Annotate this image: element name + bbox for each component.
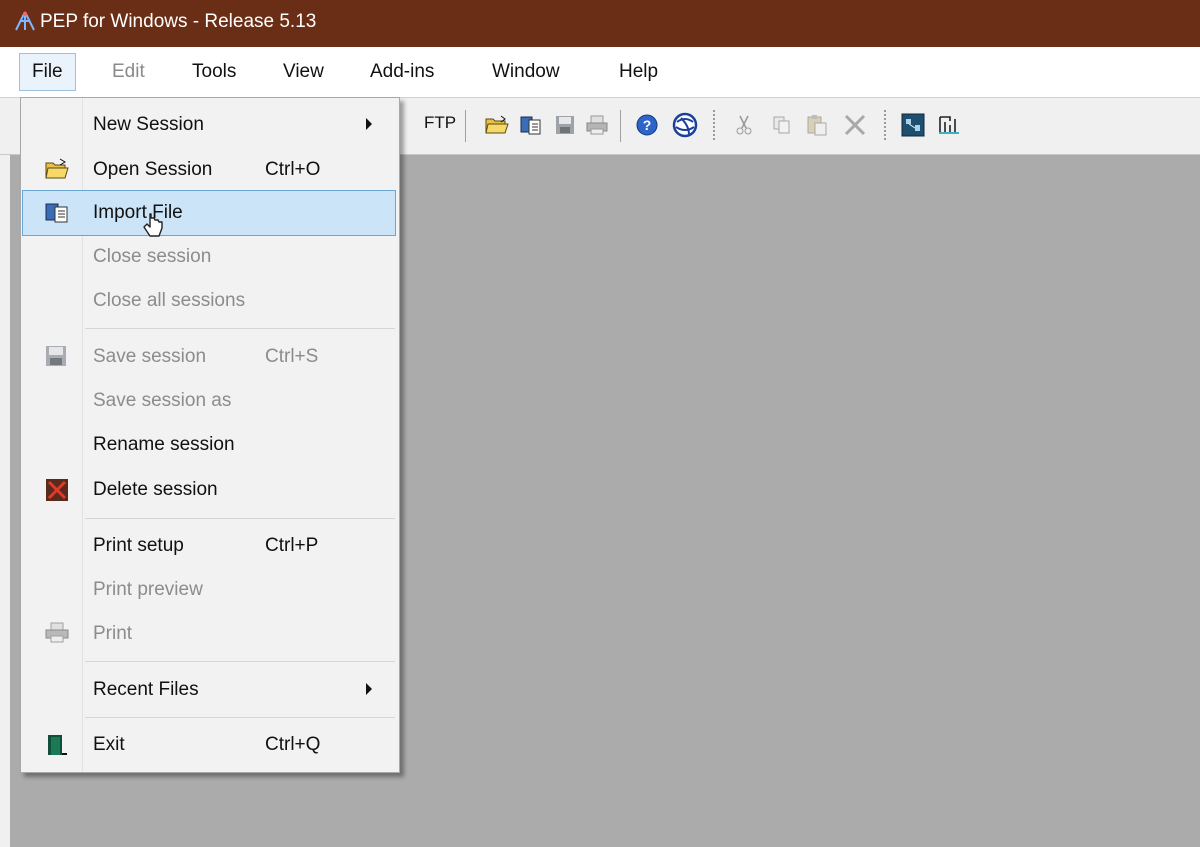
menu-item-label: Import File	[93, 202, 183, 223]
open-folder-icon[interactable]	[480, 108, 514, 142]
toolbar-separator	[465, 110, 466, 142]
menu-item-open-session[interactable]: Open Session Ctrl+O	[23, 148, 395, 192]
menu-separator	[85, 328, 395, 329]
globe-icon[interactable]	[668, 108, 702, 142]
cut-icon[interactable]	[727, 108, 761, 142]
copy-icon[interactable]	[765, 108, 799, 142]
toolbar-separator	[884, 110, 886, 142]
exit-door-icon	[45, 733, 69, 757]
menu-item-label: Save session	[93, 346, 207, 367]
menu-item-label: Print setup	[93, 535, 184, 556]
menu-item-label: New Session	[93, 114, 204, 135]
menu-item-print[interactable]: Print	[23, 612, 395, 656]
menu-help[interactable]: Help	[607, 55, 670, 89]
menu-item-label: Close all sessions	[93, 290, 246, 311]
menu-item-label: Open Session	[93, 159, 213, 180]
menu-item-close-all-sessions[interactable]: Close all sessions	[23, 279, 395, 323]
menu-tools[interactable]: Tools	[180, 55, 248, 89]
mouse-pointer-icon	[141, 211, 165, 246]
submenu-arrow-icon	[366, 118, 372, 130]
import-icon[interactable]	[514, 108, 548, 142]
menu-item-print-preview[interactable]: Print preview	[23, 568, 395, 612]
toolbar-separator	[620, 110, 621, 142]
menu-separator	[85, 717, 395, 718]
svg-text:?: ?	[643, 117, 652, 133]
open-folder-icon	[45, 158, 69, 182]
menu-item-label: Delete session	[93, 479, 218, 500]
title-bar: PEP for Windows - Release 5.13	[0, 0, 1200, 47]
menu-item-label: Save session as	[93, 390, 232, 411]
save-icon[interactable]	[548, 108, 582, 142]
menu-item-shortcut: Ctrl+P	[265, 535, 319, 556]
menu-item-label: Close session	[93, 246, 212, 267]
menu-item-label: Recent Files	[93, 679, 199, 700]
structure-icon[interactable]	[896, 108, 930, 142]
menu-item-recent-files[interactable]: Recent Files	[23, 668, 395, 712]
import-icon	[45, 201, 69, 225]
submenu-arrow-icon	[366, 683, 372, 695]
paste-icon[interactable]	[800, 108, 834, 142]
menu-item-shortcut: Ctrl+Q	[265, 734, 321, 755]
file-menu-dropdown: New Session Open Session Ctrl+O Import F…	[20, 97, 400, 773]
save-icon	[45, 345, 69, 369]
menu-item-save-session[interactable]: Save session Ctrl+S	[23, 335, 395, 379]
app-logo-icon	[14, 11, 36, 36]
menu-edit[interactable]: Edit	[100, 55, 157, 89]
menu-bar: File Edit Tools View Add-ins Window Help	[0, 47, 1200, 98]
menu-view[interactable]: View	[271, 55, 336, 89]
menu-item-import-file[interactable]: Import File	[22, 190, 396, 236]
menu-window[interactable]: Window	[480, 55, 572, 89]
menu-separator	[85, 518, 395, 519]
menu-item-rename-session[interactable]: Rename session	[23, 423, 395, 467]
window-title: PEP for Windows - Release 5.13	[40, 11, 317, 32]
menu-add-ins[interactable]: Add-ins	[358, 55, 446, 89]
menu-item-save-session-as[interactable]: Save session as	[23, 379, 395, 423]
ftp-button[interactable]: FTP	[424, 113, 456, 133]
menu-item-label: Print	[93, 623, 133, 644]
toolbar-separator	[713, 110, 715, 142]
menu-item-shortcut: Ctrl+O	[265, 159, 321, 180]
help-icon[interactable]: ?	[630, 108, 664, 142]
menu-item-label: Exit	[93, 734, 125, 755]
menu-item-shortcut: Ctrl+S	[265, 346, 319, 367]
menu-file[interactable]: File	[19, 53, 76, 91]
menu-item-new-session[interactable]: New Session	[23, 103, 395, 147]
delete-icon[interactable]	[838, 108, 872, 142]
menu-item-print-setup[interactable]: Print setup Ctrl+P	[23, 524, 395, 568]
delete-session-icon	[45, 478, 69, 502]
menu-item-label: Rename session	[93, 434, 235, 455]
print-icon	[45, 622, 69, 646]
menu-item-exit[interactable]: Exit Ctrl+Q	[23, 723, 395, 767]
menu-item-delete-session[interactable]: Delete session	[23, 468, 395, 512]
chart-icon[interactable]	[932, 108, 966, 142]
menu-item-label: Print preview	[93, 579, 203, 600]
print-icon[interactable]	[580, 108, 614, 142]
menu-item-close-session[interactable]: Close session	[23, 235, 395, 279]
menu-separator	[85, 661, 395, 662]
left-border	[0, 155, 10, 847]
